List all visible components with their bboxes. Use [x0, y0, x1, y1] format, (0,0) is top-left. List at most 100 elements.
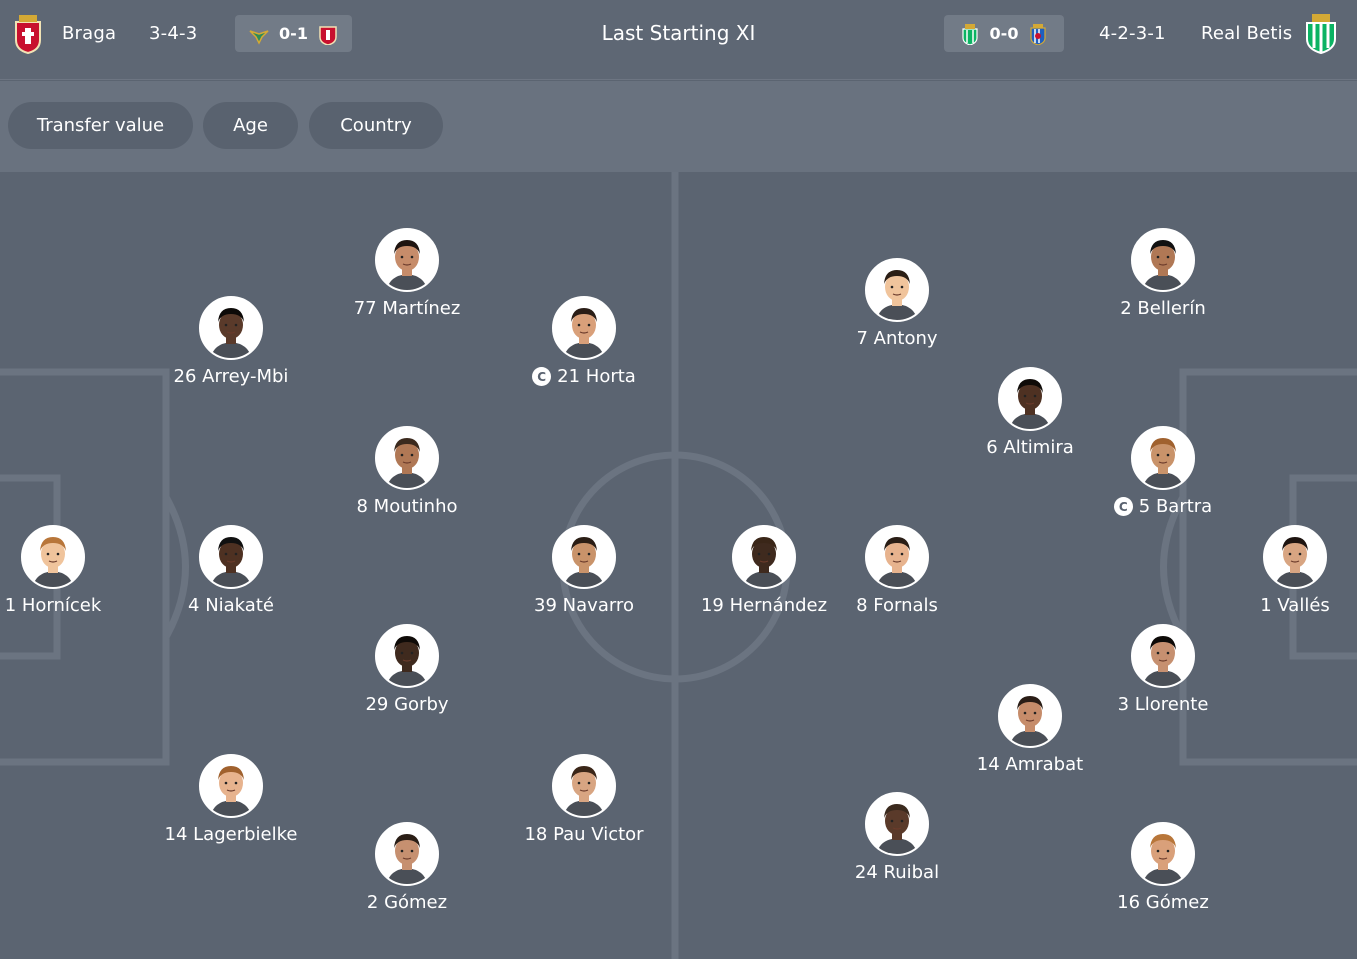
player-photo-icon [734, 527, 794, 587]
player-avatar[interactable] [552, 525, 616, 589]
player-photo-icon [201, 298, 261, 358]
player-photo-icon [377, 230, 437, 290]
home-player-card[interactable]: 18 Pau Victor [499, 754, 669, 845]
home-player-card[interactable]: 1 Hornícek [0, 525, 138, 616]
away-player-card[interactable]: 2 Bellerín [1078, 228, 1248, 319]
home-last-score: 0-1 [279, 24, 308, 43]
player-name: 21 Horta [557, 366, 636, 387]
home-player-card[interactable]: 4 Niakaté [146, 525, 316, 616]
captain-badge-icon: C [1113, 497, 1133, 516]
player-name-row: 77 Martínez [322, 298, 492, 319]
player-avatar[interactable] [865, 792, 929, 856]
player-avatar[interactable] [375, 228, 439, 292]
player-avatar[interactable] [375, 624, 439, 688]
home-team-name[interactable]: Braga [62, 0, 116, 66]
player-name-row: C 5 Bartra [1078, 496, 1248, 517]
betis-crest-icon [961, 23, 978, 45]
player-avatar[interactable] [865, 525, 929, 589]
player-avatar[interactable] [1131, 228, 1195, 292]
player-name: 2 Gómez [366, 892, 448, 913]
away-player-card[interactable]: 16 Gómez [1078, 822, 1248, 913]
player-name-row: 1 Vallés [1210, 595, 1357, 616]
match-header: Braga 3-4-3 0-1 Last Starting XI 0-0 4-2… [0, 0, 1357, 80]
away-team-name[interactable]: Real Betis [1201, 0, 1292, 66]
player-name: 3 Llorente [1117, 694, 1209, 715]
player-name: 39 Navarro [534, 595, 634, 616]
away-player-card[interactable]: 1 Vallés [1210, 525, 1357, 616]
player-avatar[interactable] [199, 754, 263, 818]
player-photo-icon [1000, 686, 1060, 746]
espanyol-crest-icon [1030, 23, 1047, 45]
player-name: 18 Pau Victor [524, 824, 644, 845]
player-photo-icon [377, 824, 437, 884]
away-player-card[interactable]: C 5 Bartra [1078, 426, 1248, 517]
away-player-card[interactable]: 8 Fornals [812, 525, 982, 616]
player-photo-icon [201, 527, 261, 587]
filter-transfer-value-button[interactable]: Transfer value [8, 102, 193, 149]
player-photo-icon [377, 428, 437, 488]
player-name: 19 Hernández [700, 595, 828, 616]
player-avatar[interactable] [1131, 426, 1195, 490]
player-name-row: 4 Niakaté [146, 595, 316, 616]
player-name-row: 8 Moutinho [322, 496, 492, 517]
player-photo-icon [867, 260, 927, 320]
home-player-card[interactable]: 2 Gómez [322, 822, 492, 913]
player-photo-icon [23, 527, 83, 587]
player-name-row: 24 Ruibal [812, 862, 982, 883]
player-name-row: 14 Amrabat [945, 754, 1115, 775]
player-name: 7 Antony [856, 328, 938, 349]
player-avatar[interactable] [199, 296, 263, 360]
player-avatar[interactable] [199, 525, 263, 589]
home-player-card[interactable]: 29 Gorby [322, 624, 492, 715]
home-player-card[interactable]: 14 Lagerbielke [146, 754, 316, 845]
player-avatar[interactable] [375, 426, 439, 490]
player-avatar[interactable] [552, 296, 616, 360]
player-name: 5 Bartra [1138, 496, 1213, 517]
home-player-card[interactable]: 8 Moutinho [322, 426, 492, 517]
player-avatar[interactable] [1263, 525, 1327, 589]
player-name-row: 2 Gómez [322, 892, 492, 913]
player-photo-icon [201, 756, 261, 816]
player-name: 14 Amrabat [976, 754, 1084, 775]
player-avatar[interactable] [552, 754, 616, 818]
away-last-match[interactable]: 0-0 [944, 15, 1064, 52]
betis-crest-icon [1306, 14, 1336, 54]
player-name-row: 7 Antony [812, 328, 982, 349]
player-name: 16 Gómez [1117, 892, 1209, 913]
player-name-row: 2 Bellerín [1078, 298, 1248, 319]
home-player-card[interactable]: 39 Navarro [499, 525, 669, 616]
player-name: 1 Hornícek [4, 595, 102, 616]
captain-badge-icon: C [532, 367, 552, 386]
player-name: 29 Gorby [365, 694, 449, 715]
player-avatar[interactable] [998, 367, 1062, 431]
away-player-card[interactable]: 24 Ruibal [812, 792, 982, 883]
player-avatar[interactable] [998, 684, 1062, 748]
moreirense-crest-icon [249, 29, 269, 45]
home-player-card[interactable]: 77 Martínez [322, 228, 492, 319]
home-last-match[interactable]: 0-1 [235, 15, 352, 52]
player-name-row: 16 Gómez [1078, 892, 1248, 913]
braga-crest-icon [319, 25, 337, 45]
player-avatar[interactable] [865, 258, 929, 322]
player-avatar[interactable] [732, 525, 796, 589]
player-avatar[interactable] [1131, 822, 1195, 886]
player-avatar[interactable] [375, 822, 439, 886]
player-avatar[interactable] [21, 525, 85, 589]
player-photo-icon [1000, 369, 1060, 429]
player-photo-icon [1133, 824, 1193, 884]
filter-country-button[interactable]: Country [309, 102, 443, 149]
away-player-card[interactable]: 7 Antony [812, 258, 982, 349]
player-name-row: 14 Lagerbielke [146, 824, 316, 845]
player-name: 14 Lagerbielke [164, 824, 298, 845]
player-photo-icon [1133, 230, 1193, 290]
away-player-card[interactable]: 14 Amrabat [945, 684, 1115, 775]
player-name-row: 18 Pau Victor [499, 824, 669, 845]
away-formation: 4-2-3-1 [1099, 22, 1166, 44]
home-formation: 3-4-3 [149, 22, 198, 44]
away-last-score: 0-0 [989, 24, 1019, 43]
filter-age-button[interactable]: Age [203, 102, 298, 149]
home-player-card[interactable]: 26 Arrey-Mbi [146, 296, 316, 387]
player-avatar[interactable] [1131, 624, 1195, 688]
home-player-card[interactable]: C 21 Horta [499, 296, 669, 387]
player-photo-icon [554, 756, 614, 816]
